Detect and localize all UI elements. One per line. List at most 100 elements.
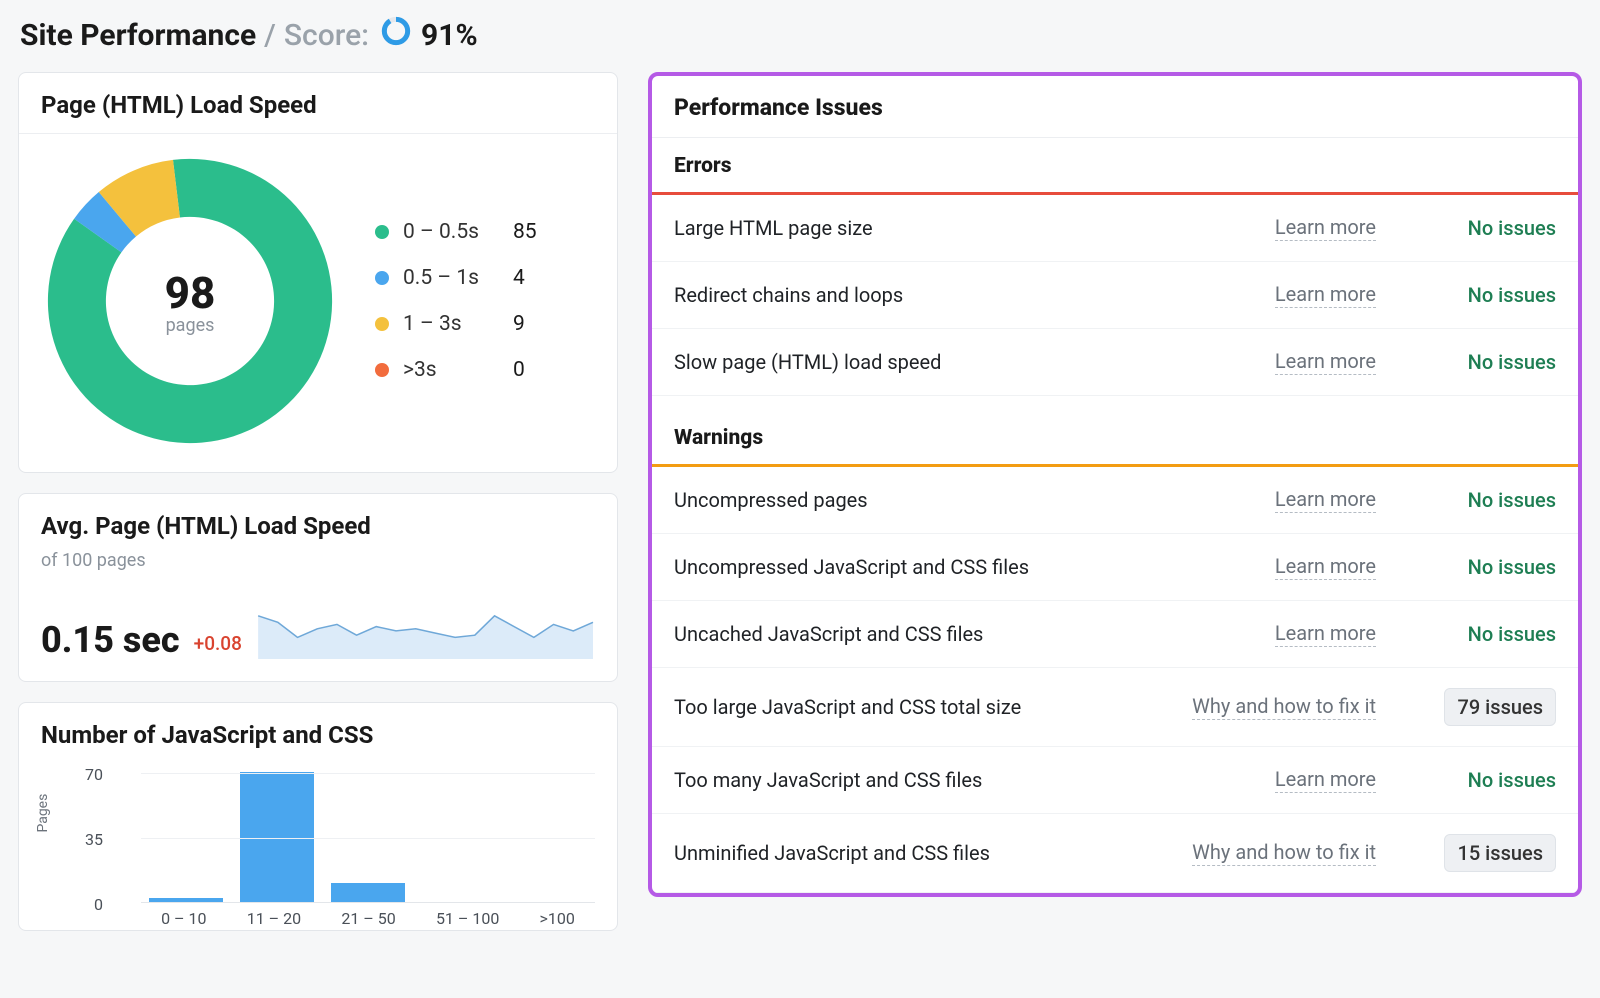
- avg-load-card: Avg. Page (HTML) Load Speed of 100 pages…: [18, 493, 618, 682]
- donut-legend: 0 – 0.5s 85 0.5 – 1s 4 1 – 3s 9 >3s 0: [375, 220, 543, 382]
- issue-name: Too large JavaScript and CSS total size: [674, 695, 1192, 719]
- learn-more-link[interactable]: Why and how to fix it: [1192, 840, 1376, 866]
- x-tick: 0 – 10: [161, 909, 206, 928]
- issue-name: Large HTML page size: [674, 216, 1275, 240]
- learn-more-link[interactable]: Learn more: [1275, 349, 1376, 375]
- legend-value: 4: [513, 266, 543, 290]
- issue-status-ok: No issues: [1416, 488, 1556, 512]
- divider: [19, 133, 617, 134]
- js-css-card: Number of JavaScript and CSS Pages 70 35…: [18, 702, 618, 931]
- y-tick: 70: [75, 765, 103, 784]
- learn-more-link[interactable]: Learn more: [1275, 767, 1376, 793]
- page-title: Site Performance: [20, 18, 256, 53]
- issue-row: Too many JavaScript and CSS filesLearn m…: [652, 747, 1578, 814]
- legend-dot-icon: [375, 317, 389, 331]
- legend-row[interactable]: 0 – 0.5s 85: [375, 220, 543, 244]
- bars-plot: [141, 773, 595, 903]
- warnings-list: Uncompressed pagesLearn moreNo issuesUnc…: [652, 467, 1578, 893]
- learn-more-link[interactable]: Learn more: [1275, 215, 1376, 241]
- issues-title: Performance Issues: [652, 76, 1578, 138]
- y-tick: 0: [75, 895, 103, 914]
- avg-load-subtitle: of 100 pages: [41, 550, 595, 571]
- js-css-title: Number of JavaScript and CSS: [41, 721, 595, 749]
- learn-more-link[interactable]: Learn more: [1275, 554, 1376, 580]
- legend-row[interactable]: 1 – 3s 9: [375, 312, 543, 336]
- issue-row: Large HTML page sizeLearn more No issues: [652, 195, 1578, 262]
- bar[interactable]: [331, 883, 405, 902]
- legend-label: 1 – 3s: [403, 312, 499, 336]
- legend-label: 0 – 0.5s: [403, 220, 499, 244]
- avg-delta: +0.08: [194, 632, 242, 661]
- legend-dot-icon: [375, 271, 389, 285]
- learn-more-link[interactable]: Why and how to fix it: [1192, 694, 1376, 720]
- issue-name: Unminified JavaScript and CSS files: [674, 841, 1192, 865]
- legend-value: 9: [513, 312, 543, 336]
- issue-status-ok: No issues: [1416, 283, 1556, 307]
- bar[interactable]: [149, 898, 223, 902]
- legend-dot-icon: [375, 363, 389, 377]
- donut-center: 98 pages: [45, 156, 335, 446]
- issue-row: Slow page (HTML) load speedLearn more No …: [652, 329, 1578, 396]
- issue-row: Redirect chains and loopsLearn more No is…: [652, 262, 1578, 329]
- score-label: Score:: [284, 18, 369, 53]
- donut-chart[interactable]: 98 pages: [45, 156, 335, 446]
- issue-name: Too many JavaScript and CSS files: [674, 768, 1275, 792]
- x-tick: 21 – 50: [341, 909, 395, 928]
- avg-row: 0.15 sec +0.08: [41, 603, 595, 661]
- legend-value: 0: [513, 358, 543, 382]
- learn-more-link[interactable]: Learn more: [1275, 621, 1376, 647]
- load-speed-title: Page (HTML) Load Speed: [41, 91, 595, 119]
- breadcrumb-slash: /: [262, 18, 278, 53]
- learn-more-link[interactable]: Learn more: [1275, 282, 1376, 308]
- y-tick: 35: [75, 830, 103, 849]
- issue-status-count[interactable]: 79 issues: [1416, 688, 1556, 726]
- issue-count-badge[interactable]: 15 issues: [1444, 834, 1556, 872]
- legend-dot-icon: [375, 225, 389, 239]
- x-ticks: 0 – 10 11 – 20 21 – 50 51 – 100 >100: [141, 903, 595, 930]
- legend-label: >3s: [403, 358, 499, 382]
- errors-list: Large HTML page sizeLearn moreNo issuesR…: [652, 195, 1578, 396]
- y-axis-label: Pages: [35, 793, 51, 832]
- issue-name: Uncached JavaScript and CSS files: [674, 622, 1275, 646]
- issue-name: Redirect chains and loops: [674, 283, 1275, 307]
- x-tick: 51 – 100: [436, 909, 499, 928]
- issue-status-ok: No issues: [1416, 350, 1556, 374]
- issue-status-ok: No issues: [1416, 555, 1556, 579]
- issue-name: Uncompressed JavaScript and CSS files: [674, 555, 1275, 579]
- learn-more-link[interactable]: Learn more: [1275, 487, 1376, 513]
- bars-chart[interactable]: Pages 70 35 0 0 – 1011 – 2021 – 5051 – 1…: [41, 773, 595, 930]
- issue-row: Uncompressed pagesLearn more No issues: [652, 467, 1578, 534]
- y-ticks: 70 35 0: [75, 773, 103, 906]
- x-tick: >100: [540, 909, 575, 928]
- warnings-heading: Warnings: [652, 410, 1578, 467]
- legend-value: 85: [513, 220, 543, 244]
- load-speed-card: Page (HTML) Load Speed 98 pages 0 – 0.5s…: [18, 72, 618, 473]
- issue-status-ok: No issues: [1416, 768, 1556, 792]
- issue-status-ok: No issues: [1416, 216, 1556, 240]
- issue-count-badge[interactable]: 79 issues: [1444, 688, 1556, 726]
- score-value: 91%: [421, 18, 478, 53]
- avg-value: 0.15 sec: [41, 619, 180, 661]
- main-layout: Page (HTML) Load Speed 98 pages 0 – 0.5s…: [18, 72, 1582, 951]
- issue-row: Unminified JavaScript and CSS filesWhy a…: [652, 814, 1578, 893]
- left-column: Page (HTML) Load Speed 98 pages 0 – 0.5s…: [18, 72, 618, 951]
- score-ring-icon: [381, 16, 411, 54]
- legend-label: 0.5 – 1s: [403, 266, 499, 290]
- donut-wrap: 98 pages 0 – 0.5s 85 0.5 – 1s 4 1 – 3s 9 >3s 0: [41, 150, 595, 452]
- issue-row: Uncached JavaScript and CSS filesLearn m…: [652, 601, 1578, 668]
- legend-row[interactable]: >3s 0: [375, 358, 543, 382]
- avg-load-title: Avg. Page (HTML) Load Speed: [41, 512, 595, 540]
- sparkline-chart[interactable]: [256, 603, 595, 661]
- issue-row: Uncompressed JavaScript and CSS filesLea…: [652, 534, 1578, 601]
- page-header: Site Performance / Score: 91%: [20, 16, 1582, 54]
- errors-heading: Errors: [652, 138, 1578, 195]
- issue-status-ok: No issues: [1416, 622, 1556, 646]
- x-tick: 11 – 20: [247, 909, 301, 928]
- donut-center-label: pages: [166, 315, 215, 336]
- issue-status-count[interactable]: 15 issues: [1416, 834, 1556, 872]
- donut-center-value: 98: [165, 267, 216, 319]
- issue-name: Uncompressed pages: [674, 488, 1275, 512]
- issues-panel: Performance Issues Errors Large HTML pag…: [648, 72, 1582, 897]
- legend-row[interactable]: 0.5 – 1s 4: [375, 266, 543, 290]
- issue-name: Slow page (HTML) load speed: [674, 350, 1275, 374]
